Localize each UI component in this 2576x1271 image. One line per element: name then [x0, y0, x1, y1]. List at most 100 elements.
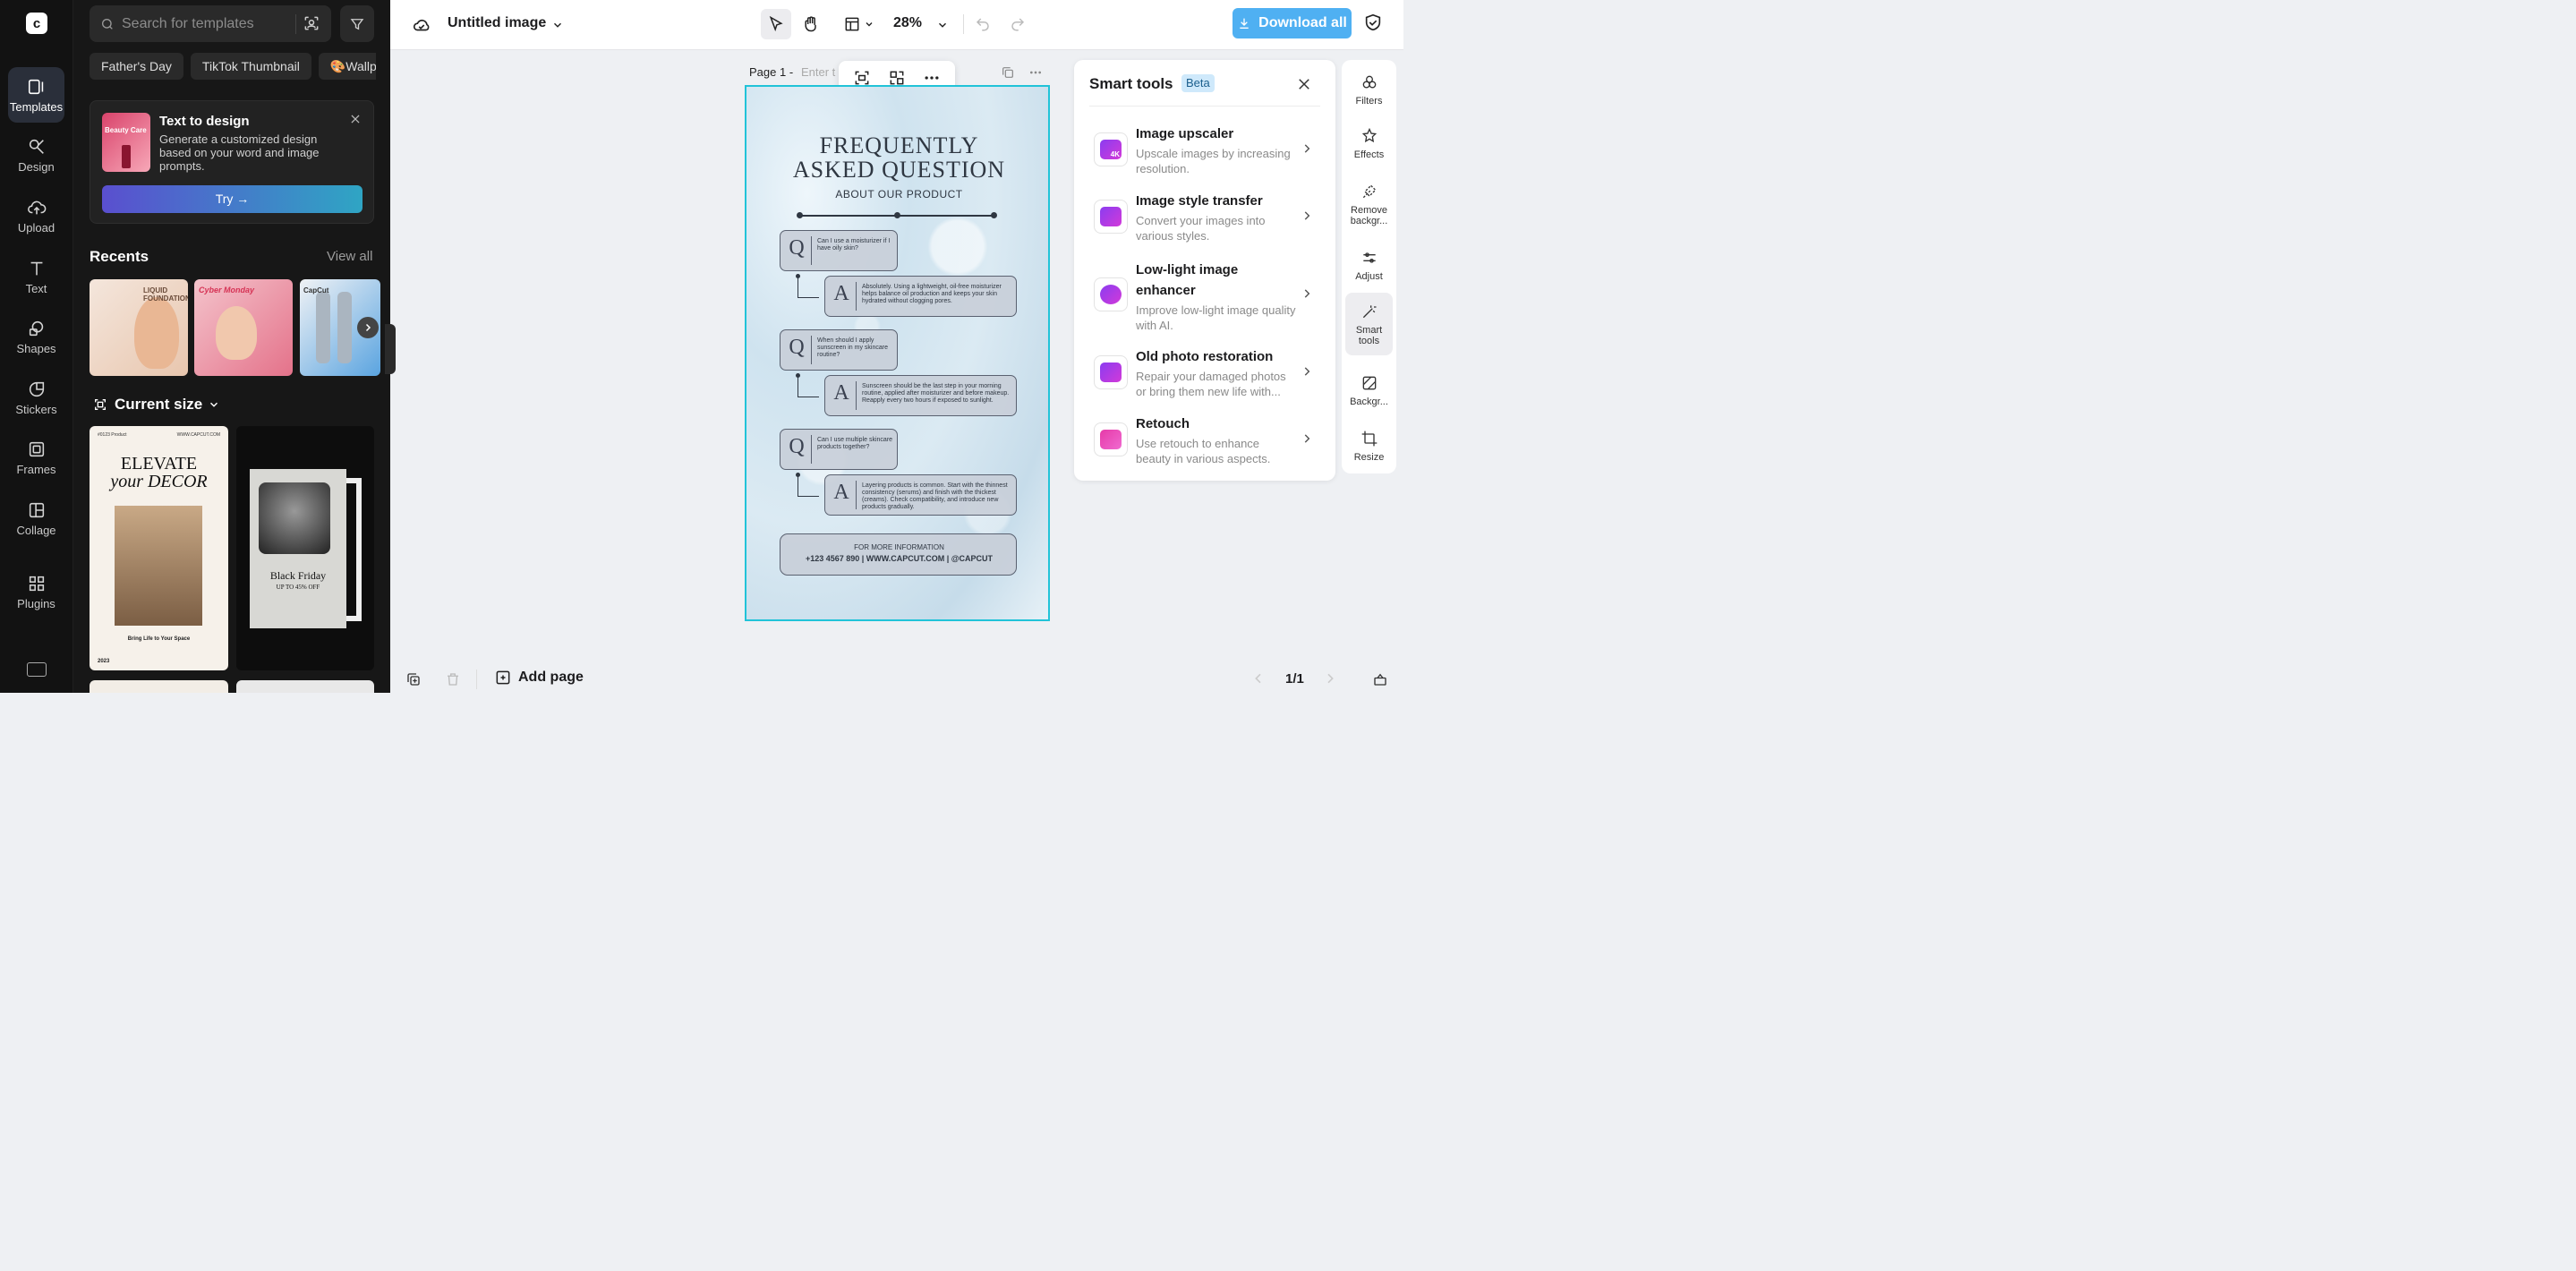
rail-label: Plugins	[17, 596, 55, 610]
rail-item-design[interactable]: Design	[8, 127, 64, 183]
image-search-icon[interactable]	[303, 14, 320, 32]
timeline-dot	[894, 212, 900, 218]
tool-desc: Repair your damaged photos or bring them…	[1136, 370, 1286, 398]
chip-wallpaper[interactable]: 🎨Wallp	[318, 53, 376, 80]
rail-item-smart-tools[interactable]: Smart tools	[1345, 293, 1393, 355]
close-icon[interactable]	[1296, 76, 1312, 92]
recents-next-button[interactable]	[357, 317, 379, 338]
document-title[interactable]: Untitled image	[448, 15, 546, 31]
tool-desc: Improve low-light image quality with AI.	[1136, 303, 1296, 332]
rail-item-frames[interactable]: Frames	[8, 430, 64, 485]
tool-name: Low-light image enhancer	[1136, 262, 1239, 298]
chip-fathers-day[interactable]: Father's Day	[90, 53, 183, 80]
redo-icon	[1011, 18, 1025, 31]
rail-label: Templates	[9, 99, 64, 114]
chevron-right-icon[interactable]	[1323, 671, 1337, 686]
select-area-icon[interactable]	[853, 69, 871, 87]
rail-label: Collage	[16, 523, 56, 537]
template-card-elevate-decor[interactable]: #0123 Product WWW.CAPCUT.COM ELEVATE your …	[90, 426, 228, 670]
artboard-page-1[interactable]: FREQUENTLY ASKED QUESTION ABOUT OUR PRODU…	[745, 85, 1050, 621]
zoom-level[interactable]: 28%	[893, 15, 922, 31]
recent-thumb-image	[216, 306, 257, 360]
download-all-button[interactable]: Download all	[1233, 8, 1352, 38]
rail-item-collage[interactable]: Collage	[8, 490, 64, 546]
rail-label: Shapes	[16, 341, 56, 355]
info-line: +123 4567 890 | WWW.CAPCUT.COM | @CAPCUT	[805, 554, 994, 563]
retouch-icon	[1094, 422, 1128, 456]
poster-title-line1: FREQUENTLY	[819, 132, 979, 158]
close-icon[interactable]	[349, 113, 362, 125]
hand-tool-button[interactable]	[796, 9, 826, 39]
rail-label: Text	[25, 281, 47, 295]
answer-box-1: A Absolutely. Using a lightweight, oil-fr…	[824, 276, 1017, 317]
download-label: Download all	[1258, 15, 1347, 30]
download-icon	[1240, 18, 1249, 29]
recent-design-2[interactable]: Cyber Monday	[194, 279, 293, 376]
pages-panel-icon[interactable]	[1372, 671, 1388, 687]
template-card-partial[interactable]	[90, 680, 228, 693]
current-size-dropdown[interactable]: Current size	[93, 396, 220, 414]
rail-item-templates[interactable]: Templates	[8, 67, 64, 123]
stickers-icon	[29, 381, 44, 397]
rail-item-effects[interactable]: Effects	[1345, 114, 1393, 173]
add-page-icon	[496, 670, 510, 685]
timeline-dot	[991, 212, 997, 218]
page-more-icon[interactable]	[1028, 65, 1044, 80]
rail-item-stickers[interactable]: Stickers	[8, 370, 64, 425]
text-icon	[30, 261, 42, 275]
more-options-icon[interactable]	[923, 69, 941, 87]
chip-tiktok-thumbnail[interactable]: TikTok Thumbnail	[190, 53, 311, 80]
trash-icon[interactable]	[445, 671, 461, 687]
cloud-sync-icon[interactable]	[412, 15, 431, 35]
rail-item-plugins[interactable]: Plugins	[8, 564, 64, 619]
chevron-right-icon	[1304, 289, 1310, 298]
promo-thumbnail: Beauty Care	[102, 113, 150, 172]
photo-restore-icon	[1094, 355, 1128, 389]
bottom-bar: Add page 1/1	[390, 666, 1403, 693]
template-subtitle: UP TO 45% OFF	[276, 584, 320, 591]
layout-dropdown[interactable]	[838, 9, 879, 39]
info-title: FOR MORE INFORMATION	[854, 543, 944, 551]
upscaler-badge: 4K	[1100, 140, 1122, 159]
duplicate-page-icon[interactable]	[1001, 65, 1015, 80]
undo-button[interactable]	[968, 9, 998, 39]
shield-icon[interactable]	[1363, 13, 1383, 32]
chevron-left-icon[interactable]	[1251, 671, 1266, 686]
recent-design-1[interactable]: LIQUID FOUNDATION	[90, 279, 188, 376]
duplicate-page-icon[interactable]	[405, 671, 422, 687]
answer-box-3: A Layering products is common. Start with…	[824, 474, 1017, 516]
filter-button[interactable]	[340, 5, 374, 42]
rail-item-upload[interactable]: Upload	[8, 188, 64, 243]
qa-connector	[796, 473, 819, 497]
background-icon	[1362, 376, 1376, 389]
a-letter: A	[833, 381, 849, 405]
rail-item-text[interactable]: Text	[8, 249, 64, 304]
replace-icon[interactable]	[888, 69, 906, 87]
rail-item-remove-background[interactable]: Remove backgr...	[1345, 175, 1393, 234]
view-all-link[interactable]: View all	[327, 249, 372, 264]
select-tool-button[interactable]	[761, 9, 791, 39]
keyboard-shortcuts-icon[interactable]	[27, 662, 47, 677]
rail-label: Effects	[1353, 149, 1385, 160]
style-transfer-icon	[1094, 200, 1128, 234]
capcut-logo-icon[interactable]: c	[26, 13, 47, 34]
beta-badge: Beta	[1181, 74, 1215, 92]
collapse-panel-handle[interactable]	[385, 324, 396, 374]
try-button[interactable]: Try →	[102, 185, 363, 213]
rail-item-shapes[interactable]: Shapes	[8, 309, 64, 364]
chevron-down-icon[interactable]	[551, 19, 564, 31]
rail-item-background[interactable]: Backgr...	[1345, 361, 1393, 420]
redo-button[interactable]	[1002, 9, 1033, 39]
chevron-down-icon[interactable]	[936, 19, 949, 31]
rail-item-resize[interactable]: Resize	[1345, 416, 1393, 475]
rail-item-filters[interactable]: Filters	[1345, 60, 1393, 119]
top-bar: Untitled image 28% Download all	[390, 0, 1403, 50]
upload-icon	[27, 200, 46, 214]
add-page-button[interactable]: Add page	[494, 669, 584, 687]
rail-item-adjust[interactable]: Adjust	[1345, 235, 1393, 294]
template-card-partial[interactable]	[236, 680, 374, 693]
search-input[interactable]	[122, 15, 292, 32]
frames-icon	[29, 441, 44, 456]
template-card-black-friday[interactable]: Black Friday UP TO 45% OFF	[236, 426, 374, 670]
question-box-1: Q Can I use a moisturizer if I have oily …	[780, 230, 898, 271]
